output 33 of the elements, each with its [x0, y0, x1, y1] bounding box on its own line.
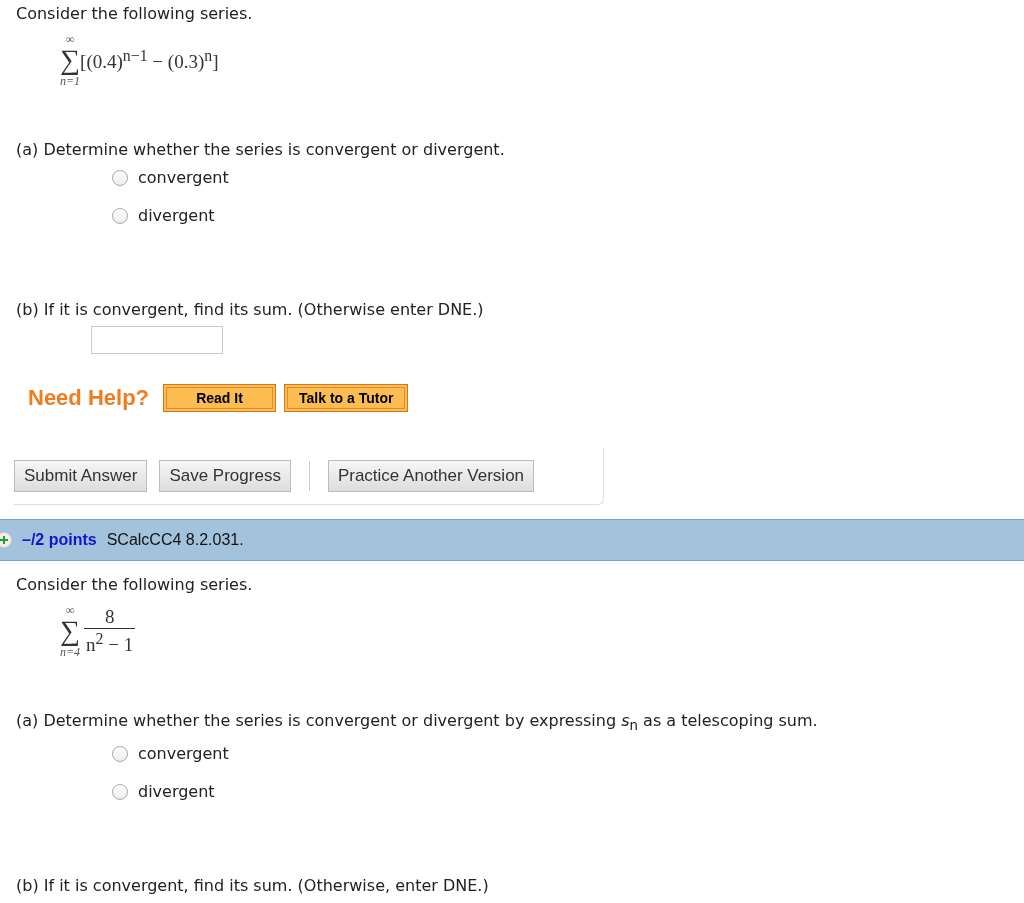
question-text: Consider the following series. — [16, 4, 254, 24]
action-button[interactable]: Practice Another Version — [327, 460, 535, 492]
option-label: convergent — [138, 744, 229, 765]
action-button[interactable]: Submit Answer — [14, 460, 148, 492]
radio-button[interactable] — [112, 784, 128, 801]
question-text: Consider the following series. — [16, 575, 254, 595]
sigma-symbol: ∑ — [60, 617, 81, 645]
help-button[interactable]: Talk to a Tutor — [284, 384, 409, 412]
series-term: [(0.4)$^{n−1}$ − (0.3)$^{n}$] — [80, 51, 219, 73]
option-label: divergent — [138, 206, 215, 226]
help-button[interactable]: Read It — [163, 384, 277, 412]
upper-limit: ∞ — [65, 32, 75, 46]
help-label: Need Help? — [28, 385, 150, 411]
numerator: 8 — [104, 606, 115, 628]
problem-code: SCalcCC4 8.2.031. — [106, 531, 244, 549]
radio-button[interactable] — [112, 208, 128, 224]
lower-limit: n=1 — [60, 74, 81, 88]
question-text: (a) Determine whether the series is convergent or divergent by expressing s$_{n}$ as a telescoping sum. — [16, 711, 818, 730]
upper-limit: ∞ — [65, 603, 75, 617]
lower-limit: n=4 — [60, 645, 81, 659]
denominator: n$^{2}$ − 1 — [86, 633, 134, 655]
option-label: convergent — [138, 168, 229, 188]
radio-button[interactable] — [112, 746, 128, 763]
question-text: (b) If it is convergent, find its sum. (Otherwise enter DNE.) — [16, 300, 485, 320]
sigma-symbol: ∑ — [60, 46, 81, 74]
points-label: –/2 points — [22, 531, 97, 549]
question-text: (b) If it is convergent, find its sum. (Otherwise, enter DNE.) — [16, 876, 490, 897]
option-label: divergent — [138, 782, 215, 803]
question-text: (a) Determine whether the series is convergent or divergent. — [16, 140, 505, 159]
expand-icon[interactable] — [0, 532, 12, 548]
radio-button[interactable] — [112, 170, 128, 186]
action-button[interactable]: Save Progress — [159, 460, 291, 492]
answer-field[interactable] — [91, 326, 223, 354]
